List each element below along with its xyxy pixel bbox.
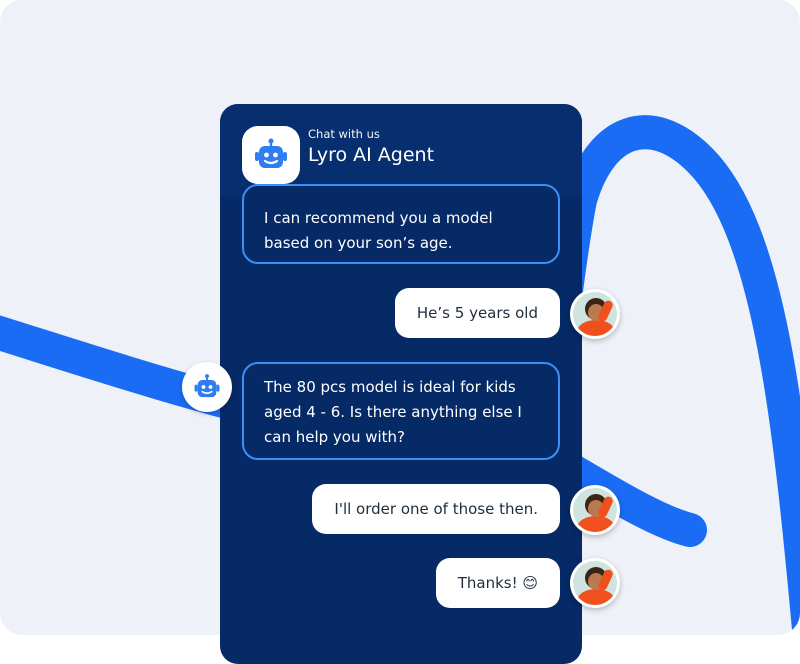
chat-widget: Chat with us Lyro AI Agent I can recomme… (220, 104, 582, 664)
user-message: He’s 5 years old (394, 288, 560, 338)
user-avatar (570, 558, 620, 608)
robot-icon (194, 374, 220, 398)
chat-subtitle: Chat with us (308, 127, 380, 141)
user-photo (573, 292, 617, 336)
user-photo (573, 561, 617, 605)
user-photo (573, 488, 617, 532)
user-avatar (570, 485, 620, 535)
robot-icon (255, 138, 287, 168)
bot-avatar (182, 362, 232, 412)
bot-message: I can recommend you a model based on you… (242, 184, 560, 264)
chat-title: Lyro AI Agent (308, 144, 435, 166)
user-avatar (570, 289, 620, 339)
user-message: Thanks! 😊 (435, 558, 560, 608)
chat-header: Chat with us Lyro AI Agent (220, 104, 582, 196)
user-message: I'll order one of those then. (312, 484, 560, 534)
bot-avatar (242, 126, 300, 184)
bot-message: The 80 pcs model is ideal for kids aged … (242, 362, 560, 460)
